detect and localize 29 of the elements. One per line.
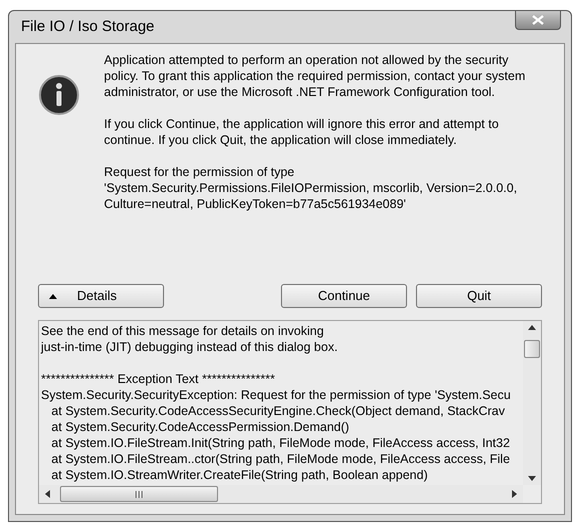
details-button[interactable]: Details	[38, 284, 164, 308]
scroll-right-icon[interactable]	[512, 490, 517, 498]
scrollbar-thumb[interactable]	[60, 486, 218, 502]
horizontal-scrollbar[interactable]	[39, 485, 523, 503]
details-line: at System.IO.FileStream..ctor(String path, FileMode mode, FileAccess access, File	[50, 451, 510, 467]
dialog-button[interactable]: Quit	[416, 284, 542, 308]
details-line: at System.IO.FileStream.Init(String path, FileMode mode, FileAccess access, Int32	[50, 435, 510, 451]
scrollbar-thumb[interactable]	[524, 340, 540, 358]
window-title: File IO / Iso Storage	[20, 16, 154, 37]
details-line: System.Security.SecurityException: Request for the permission of type 'System.Secu	[41, 387, 511, 403]
scroll-up-icon[interactable]	[528, 325, 536, 330]
message-paragraph: Application attempted to perform an operation not allowed by the security policy. To grant this application the required permission, contact your system administrator, or use the Microsoft .NET Framework Configuration tool.	[104, 52, 526, 100]
details-line: at System.IO.StreamWriter.CreateFile(String path, Boolean append)	[50, 467, 428, 483]
info-icon	[38, 74, 80, 116]
scroll-down-icon[interactable]	[528, 476, 536, 481]
details-line: just-in-time (JIT) debugging instead of this dialog box.	[41, 339, 338, 355]
vertical-scrollbar[interactable]	[523, 321, 541, 485]
details-line: at System.Security.CodeAccessPermission.Demand()	[50, 419, 350, 435]
details-line: at System.Security.CodeAccessSecurityEngine.Check(Object demand, StackCrav	[50, 403, 505, 419]
details-line: *************** Exception Text ***************	[41, 371, 275, 387]
details-line: See the end of this message for details on invoking	[41, 323, 324, 339]
message-paragraph: Request for the permission of type 'System.Security.Permissions.FileIOPermission, mscorlib, Version=2.0.0.0, Culture=neutral, PublicKeyToken=b77a5c561934e089'	[104, 164, 518, 212]
close-icon	[532, 15, 544, 25]
grip-icon	[135, 490, 143, 498]
scroll-left-icon[interactable]	[45, 490, 50, 498]
close-button[interactable]	[515, 10, 561, 30]
caret-icon	[49, 294, 57, 298]
message-paragraph: If you click Continue, the application will ignore this error and attempt to continue. If you click Quit, the application will close immediately.	[104, 116, 500, 148]
dialog-button[interactable]: Continue	[281, 284, 407, 308]
